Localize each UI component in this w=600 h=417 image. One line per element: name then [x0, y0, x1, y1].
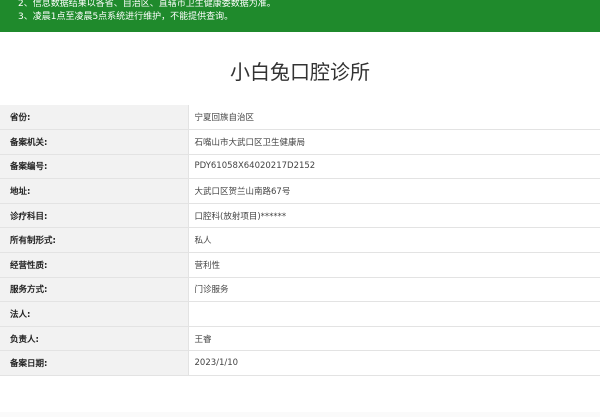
info-row-address: 地址: 大武口区贺兰山南路67号: [0, 178, 600, 204]
row-value: 口腔科(放射项目)******: [187, 203, 600, 229]
info-row-person-in-charge: 负责人: 王睿: [0, 326, 600, 352]
clinic-info-panel: 小白兔口腔诊所 省份: 宁夏回族自治区 备案机关: 石嘴山市大武口区卫生健康局 …: [0, 32, 600, 417]
info-row-filing-date: 备案日期: 2023/1/10: [0, 350, 600, 377]
row-value: 王睿: [187, 326, 600, 352]
info-row-ownership: 所有制形式: 私人: [0, 227, 600, 254]
row-value: 营利性: [187, 252, 600, 278]
row-key: 负责人:: [0, 326, 188, 352]
row-key: 备案机关:: [0, 129, 188, 155]
row-key: 备案编号:: [0, 154, 188, 180]
row-value: 门诊服务: [187, 277, 600, 303]
row-key: 地址:: [0, 178, 188, 204]
info-row-province: 省份: 宁夏回族自治区: [0, 105, 600, 131]
row-value: 私人: [187, 227, 600, 254]
row-key: 服务方式:: [0, 277, 188, 303]
row-key: 法人:: [0, 301, 188, 327]
clinic-title: 小白兔口腔诊所: [230, 60, 370, 84]
row-value: 石嘴山市大武口区卫生健康局: [187, 129, 600, 155]
notice-line-2: 2、信息数据结果以各省、自治区、直辖市卫生健康委数据为准。: [18, 0, 276, 9]
row-value: [187, 301, 600, 327]
info-row-service-mode: 服务方式: 门诊服务: [0, 277, 600, 303]
info-row-filing-number: 备案编号: PDY61058X64020217D2152: [0, 154, 600, 180]
row-value: PDY61058X64020217D2152: [187, 154, 600, 180]
row-value: 大武口区贺兰山南路67号: [187, 178, 600, 204]
info-row-legal-person: 法人:: [0, 301, 600, 327]
info-row-filing-authority: 备案机关: 石嘴山市大武口区卫生健康局: [0, 129, 600, 155]
row-value: 宁夏回族自治区: [187, 105, 600, 131]
info-row-departments: 诊疗科目: 口腔科(放射项目)******: [0, 203, 600, 229]
row-value: 2023/1/10: [187, 350, 600, 377]
row-key: 所有制形式:: [0, 227, 188, 254]
clinic-info-table: 省份: 宁夏回族自治区 备案机关: 石嘴山市大武口区卫生健康局 备案编号: PD…: [0, 105, 600, 377]
notice-banner: 2、信息数据结果以各省、自治区、直辖市卫生健康委数据为准。 3、凌晨1点至凌晨5…: [0, 0, 600, 32]
row-key: 省份:: [0, 105, 188, 131]
notice-line-3: 3、凌晨1点至凌晨5点系统进行维护，不能提供查询。: [18, 12, 234, 22]
info-row-business-nature: 经营性质: 营利性: [0, 252, 600, 278]
row-key: 诊疗科目:: [0, 203, 188, 229]
row-key: 经营性质:: [0, 252, 188, 278]
row-key: 备案日期:: [0, 350, 188, 377]
page-bottom-strip: [0, 412, 600, 417]
